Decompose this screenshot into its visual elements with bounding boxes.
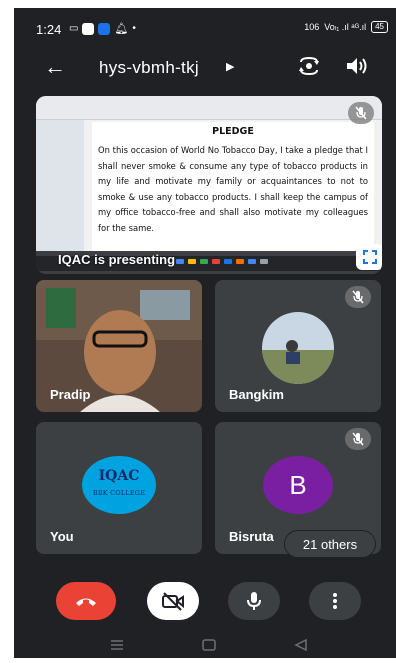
participant-name: You [50,529,74,544]
mic-muted-icon [345,428,371,450]
app-notification-icon [98,22,111,35]
taskbar-app-icon [176,259,184,264]
participant-name: Pradip [50,387,91,402]
document-page: PLEDGE On this occasion of World No Toba… [92,122,374,252]
participant-tile[interactable]: Bangkim [215,280,381,412]
system-nav-bar [14,634,396,658]
avatar: B [263,456,333,514]
fullscreen-icon [363,250,377,264]
document-toolbar [36,96,382,120]
mic-muted-icon [345,286,371,308]
caret-right-icon[interactable]: ▶ [226,60,234,73]
cast-icon: ▭ [69,23,79,34]
meeting-code[interactable]: hys-vbmh-tkj [99,58,199,78]
taskbar-app-icon [260,259,268,264]
presentation-tile[interactable]: PLEDGE On this occasion of World No Toba… [36,96,382,274]
dot-icon: • [132,23,136,34]
iqac-logo: IQAC BBK COLLEGE [82,456,156,514]
more-options-button[interactable] [309,582,361,620]
microphone-button[interactable] [228,582,280,620]
microphone-icon [247,592,261,610]
speaker-icon[interactable] [344,54,370,83]
message-app-icon [82,22,95,35]
back-arrow-icon[interactable]: ← [44,56,66,78]
taskbar-app-icon [224,259,232,264]
participant-tile[interactable]: IQAC BBK COLLEGE You [36,422,202,554]
document-title: PLEDGE [212,126,254,137]
signal-strength: Voₗ₁ .ıl ᵃᴳ.ıl [324,21,367,32]
taskbar-icons [176,259,268,264]
call-controls [14,574,396,626]
notification-icons: ▭ 🔔︎ • [69,22,136,35]
meeting-header: ← hys-vbmh-tkj ▶ [14,48,396,88]
mic-muted-icon [348,102,374,124]
status-time: 1:24 [36,22,62,37]
logo-subtitle: BBK COLLEGE [92,489,146,497]
back-icon[interactable] [294,638,308,656]
bell-icon: 🔔︎ [114,23,129,35]
end-call-button[interactable] [56,582,116,620]
participant-name: Bisruta [229,529,274,544]
presenter-label: IQAC is presenting [58,252,176,267]
home-icon[interactable] [202,638,216,656]
recent-apps-icon[interactable] [110,638,124,656]
participant-name: Bangkim [229,387,284,402]
phone-screen: 1:24 ▭ 🔔︎ • 106 Voₗ₁ .ıl ᵃᴳ.ıl 45 ← hys-… [14,8,396,658]
document-sidebar [36,120,84,256]
camera-toggle-button[interactable] [147,582,199,620]
logo-title: IQAC [98,468,140,484]
document-body: On this occasion of World No Tobacco Day… [98,145,368,233]
net-speed: 106 [304,22,320,32]
phone-hangup-icon [76,598,96,606]
participant-tile[interactable]: Pradip [36,280,202,412]
status-right: 106 Voₗ₁ .ıl ᵃᴳ.ıl 45 [304,21,388,33]
switch-camera-icon[interactable] [296,54,322,83]
taskbar-app-icon [188,259,196,264]
taskbar-app-icon [248,259,256,264]
others-count-button[interactable]: 21 others [284,530,376,558]
taskbar-app-icon [212,259,220,264]
taskbar-app-icon [200,259,208,264]
taskbar-app-icon [236,259,244,264]
shared-document: PLEDGE On this occasion of World No Toba… [36,96,382,256]
battery-icon: 45 [371,21,388,33]
more-vert-icon [333,593,337,609]
status-bar: 1:24 ▭ 🔔︎ • 106 Voₗ₁ .ıl ᵃᴳ.ıl 45 [14,8,396,38]
avatar [262,312,334,384]
video-off-icon [162,592,184,611]
fullscreen-button[interactable] [356,244,382,270]
